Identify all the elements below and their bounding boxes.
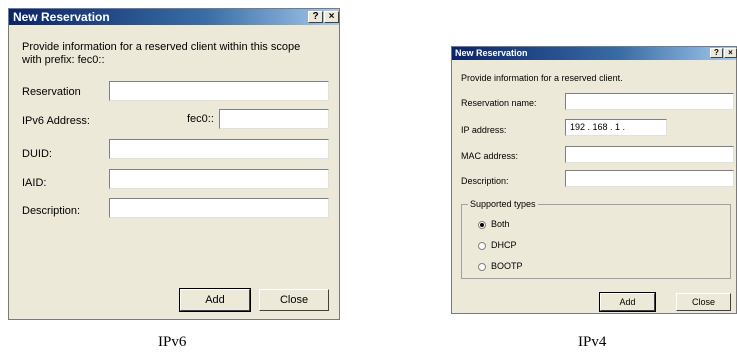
description-label: Description:	[461, 176, 509, 186]
description-label: Description:	[22, 205, 81, 217]
ipv4-new-reservation-dialog: New Reservation ? × Provide information …	[451, 46, 737, 314]
radio-both[interactable]	[478, 221, 486, 229]
reservation-label: Reservation	[22, 86, 81, 98]
title-bar[interactable]: New Reservation ? ×	[452, 47, 737, 60]
radio-bootp-label[interactable]: BOOTP	[491, 261, 523, 271]
description-input[interactable]	[109, 198, 329, 218]
dialog-title: New Reservation	[455, 48, 528, 58]
ip-address-label: IP address:	[461, 125, 507, 135]
ipv6-address-label: IPv6 Address:	[22, 115, 90, 127]
prefix-label: fec0::	[187, 113, 214, 125]
radio-dhcp-label[interactable]: DHCP	[491, 240, 517, 250]
supported-types-legend: Supported types	[468, 199, 538, 209]
close-x-button[interactable]: ×	[724, 48, 737, 58]
intro-text: Provide information for a reserved clien…	[461, 73, 623, 83]
duid-label: DUID:	[22, 148, 52, 160]
ip-address-input[interactable]: 192 . 168 . 1 .	[565, 119, 667, 136]
intro-text-line2: with prefix: fec0::	[22, 54, 105, 66]
close-button[interactable]: Close	[259, 289, 329, 311]
iaid-input[interactable]	[109, 169, 329, 189]
description-input[interactable]	[565, 170, 734, 187]
supported-types-group: Supported types Both DHCP BOOTP	[461, 199, 731, 279]
intro-text-line1: Provide information for a reserved clien…	[22, 41, 301, 53]
close-button[interactable]: Close	[676, 293, 731, 311]
mac-address-label: MAC address:	[461, 151, 519, 161]
radio-bootp[interactable]	[478, 263, 486, 271]
dialog-title: New Reservation	[13, 10, 110, 24]
help-button[interactable]: ?	[308, 11, 323, 23]
reservation-input[interactable]	[109, 81, 329, 101]
close-x-button[interactable]: ×	[324, 11, 339, 23]
ipv6-new-reservation-dialog: New Reservation ? × Provide information …	[8, 8, 340, 320]
iaid-label: IAID:	[22, 177, 47, 189]
caption-ipv6: IPv6	[158, 334, 187, 350]
add-button[interactable]: Add	[179, 288, 251, 312]
mac-address-input[interactable]	[565, 146, 734, 163]
radio-dhcp[interactable]	[478, 242, 486, 250]
ipv6-suffix-input[interactable]	[219, 109, 329, 129]
radio-both-label[interactable]: Both	[491, 219, 510, 229]
duid-input[interactable]	[109, 139, 329, 159]
help-button[interactable]: ?	[710, 48, 723, 58]
reservation-name-input[interactable]	[565, 93, 734, 110]
reservation-name-label: Reservation name:	[461, 98, 537, 108]
caption-ipv4: IPv4	[578, 334, 607, 350]
title-bar[interactable]: New Reservation ? ×	[9, 9, 339, 25]
add-button[interactable]: Add	[599, 292, 656, 312]
